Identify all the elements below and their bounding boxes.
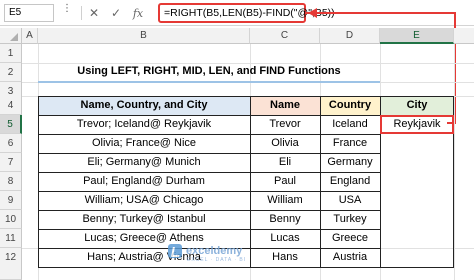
table-border xyxy=(38,229,380,230)
table-header-c[interactable]: Name xyxy=(250,96,320,115)
table-cell-c[interactable]: William xyxy=(250,191,320,210)
table-border xyxy=(38,267,380,268)
table-border xyxy=(380,267,454,268)
row-header-9[interactable]: 9 xyxy=(0,191,22,210)
formula-bar: E5 ⋮ ✕ ✓ fx =RIGHT(B5,LEN(B5)-FIND("@",B… xyxy=(0,0,474,124)
table-cell-e[interactable] xyxy=(380,134,454,153)
select-all-icon xyxy=(10,33,18,41)
table-cell-b[interactable]: Paul; England@ Durham xyxy=(38,172,250,191)
table-cell-d[interactable]: Austria xyxy=(320,248,380,267)
table-cell-b[interactable]: William; USA@ Chicago xyxy=(38,191,250,210)
table-cell-b[interactable]: Benny; Turkey@ Istanbul xyxy=(38,210,250,229)
table-border xyxy=(38,210,380,211)
table-cell-c[interactable]: Lucas xyxy=(250,229,320,248)
title-underline xyxy=(38,81,380,83)
row-header-4[interactable]: 4 xyxy=(0,96,22,115)
table-cell-c[interactable]: Hans xyxy=(250,248,320,267)
fx-icon[interactable]: fx xyxy=(132,7,144,20)
table-cell-c[interactable]: Trevor xyxy=(250,115,320,134)
table-border xyxy=(38,153,380,154)
table-cell-b[interactable]: Trevor; Iceland@ Reykjavik xyxy=(38,115,250,134)
name-box[interactable]: E5 xyxy=(4,4,54,22)
watermark: exceldemy xyxy=(168,244,242,258)
table-border xyxy=(38,115,380,116)
table-cell-d[interactable]: Iceland xyxy=(320,115,380,134)
table-header-b[interactable]: Name, Country, and City xyxy=(38,96,250,115)
callout-line xyxy=(306,12,456,14)
watermark-tagline: EXCEL · DATA · BI xyxy=(187,257,247,263)
table-cell-e[interactable] xyxy=(380,248,454,267)
column-header-c[interactable]: C xyxy=(250,28,320,44)
table-border xyxy=(38,134,380,135)
table-cell-d[interactable]: USA xyxy=(320,191,380,210)
cancel-icon[interactable]: ✕ xyxy=(88,6,100,20)
row-header-12[interactable]: 12 xyxy=(0,248,22,280)
table-header-e[interactable]: City xyxy=(380,96,454,115)
column-header-a[interactable]: A xyxy=(22,28,38,44)
table-cell-e[interactable] xyxy=(380,153,454,172)
formula-input[interactable]: =RIGHT(B5,LEN(B5)-FIND("@",B5)) xyxy=(158,3,335,23)
table-border xyxy=(38,96,39,267)
table-border xyxy=(320,96,321,267)
row-header-11[interactable]: 11 xyxy=(0,229,22,248)
row-header-7[interactable]: 7 xyxy=(0,153,22,172)
table-border xyxy=(38,96,380,97)
row-header-5[interactable]: 5 xyxy=(0,115,22,134)
active-cell-e5[interactable] xyxy=(380,115,454,134)
row-header-10[interactable]: 10 xyxy=(0,210,22,229)
table-cell-c[interactable]: Paul xyxy=(250,172,320,191)
column-header-b[interactable]: B xyxy=(38,28,250,44)
table-cell-d[interactable]: France xyxy=(320,134,380,153)
row-header-6[interactable]: 6 xyxy=(0,134,22,153)
watermark-name: exceldemy xyxy=(186,245,243,257)
table-cell-d[interactable]: England xyxy=(320,172,380,191)
table-cell-b[interactable]: Olivia; France@ Nice xyxy=(38,134,250,153)
formula-tools: ✕ ✓ fx xyxy=(88,4,144,22)
table-border xyxy=(250,96,251,267)
table-cell-d[interactable]: Turkey xyxy=(320,210,380,229)
table-cell-c[interactable]: Eli xyxy=(250,153,320,172)
row-header-1[interactable]: 1 xyxy=(0,44,22,63)
enter-icon[interactable]: ✓ xyxy=(110,6,122,20)
row-header-2[interactable]: 2 xyxy=(0,63,22,82)
row-header-8[interactable]: 8 xyxy=(0,172,22,191)
column-header-e[interactable]: E xyxy=(380,28,454,44)
table-cell-e[interactable] xyxy=(380,191,454,210)
table-header-d[interactable]: Country xyxy=(320,96,380,115)
table-cell-e[interactable] xyxy=(380,210,454,229)
grid-line xyxy=(454,44,455,280)
table-cell-c[interactable]: Olivia xyxy=(250,134,320,153)
table-border xyxy=(38,172,380,173)
exceldemy-logo-icon xyxy=(168,244,182,258)
table-cell-d[interactable]: Germany xyxy=(320,153,380,172)
table-border xyxy=(380,96,454,97)
table-cell-d[interactable]: Greece xyxy=(320,229,380,248)
table-cell-e[interactable] xyxy=(380,172,454,191)
table-cell-e[interactable] xyxy=(380,229,454,248)
column-header-d[interactable]: D xyxy=(320,28,380,44)
table-cell-b[interactable]: Eli; Germany@ Munich xyxy=(38,153,250,172)
formula-bar-separator xyxy=(81,6,82,20)
table-cell-c[interactable]: Benny xyxy=(250,210,320,229)
sheet-title[interactable]: Using LEFT, RIGHT, MID, LEN, and FIND Fu… xyxy=(38,62,380,81)
table-border xyxy=(38,191,380,192)
column-header-f[interactable] xyxy=(454,28,474,44)
name-box-dropdown-icon[interactable]: ⋮ xyxy=(62,3,72,14)
